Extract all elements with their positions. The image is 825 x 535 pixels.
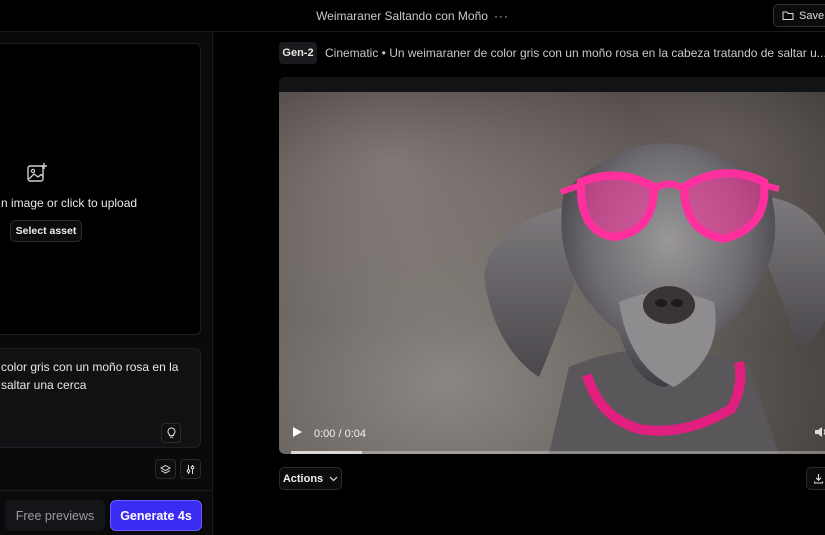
image-upload-dropzone[interactable]: n image or click to upload Select asset [0, 43, 201, 335]
prompt-textarea[interactable]: color gris con un moño rosa en la saltar… [0, 348, 201, 448]
more-options-icon[interactable]: ··· [494, 9, 509, 23]
top-bar: Weimaraner Saltando con Moño ··· Save i [0, 0, 825, 32]
folder-icon [782, 11, 794, 20]
layers-icon [160, 464, 171, 474]
select-asset-button[interactable]: Select asset [10, 220, 82, 242]
download-button[interactable] [806, 467, 825, 490]
free-previews-button[interactable]: Free previews [5, 500, 105, 531]
sliders-icon [186, 464, 195, 474]
video-player[interactable]: 0:00 / 0:04 [279, 77, 825, 454]
project-title[interactable]: Weimaraner Saltando con Moño [316, 9, 488, 23]
left-panel: n image or click to upload Select asset … [0, 32, 213, 535]
save-button-label: Save i [799, 9, 825, 22]
layers-button[interactable] [155, 459, 176, 479]
upload-instructions: n image or click to upload [1, 196, 138, 210]
model-badge: Gen-2 [279, 42, 317, 64]
volume-icon[interactable] [814, 425, 825, 439]
weimaraner-dog-image [484, 143, 825, 454]
add-image-icon [27, 163, 47, 182]
prompt-tips-button[interactable] [161, 423, 181, 443]
prompt-line: saltar una cerca [1, 378, 87, 392]
panel-divider [0, 490, 213, 491]
video-time: 0:00 / 0:04 [314, 428, 366, 440]
actions-label: Actions [282, 472, 324, 485]
save-button[interactable]: Save i [773, 4, 825, 27]
settings-button[interactable] [180, 459, 201, 479]
video-progress-fill [291, 451, 363, 454]
actions-dropdown[interactable]: Actions [279, 467, 342, 490]
video-progress-bar[interactable] [291, 451, 825, 454]
chevron-down-icon [329, 476, 338, 481]
lightbulb-icon [167, 427, 175, 438]
play-icon[interactable] [291, 426, 303, 438]
prompt-text: color gris con un moño rosa en la saltar… [1, 358, 191, 394]
download-icon [813, 474, 823, 484]
prompt-line: color gris con un moño rosa en la [1, 360, 179, 374]
generation-description: Cinematic • Un weimaraner de color gris … [325, 46, 825, 60]
project-title-area: Weimaraner Saltando con Moño ··· [0, 0, 825, 32]
video-frame[interactable]: 0:00 / 0:04 [279, 92, 825, 454]
generate-button[interactable]: Generate 4s [110, 500, 202, 531]
